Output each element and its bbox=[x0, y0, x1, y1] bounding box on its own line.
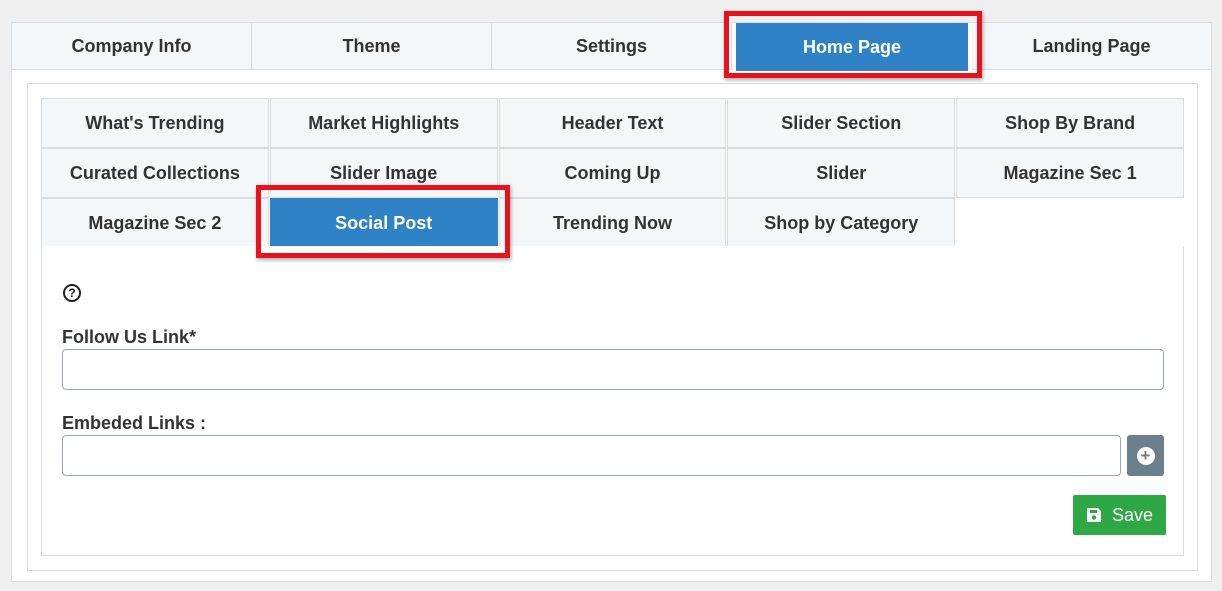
subtab-curated-collections[interactable]: Curated Collections bbox=[41, 148, 269, 198]
subtab-shop-by-category[interactable]: Shop by Category bbox=[727, 198, 956, 248]
subtab-social-post[interactable]: Social Post bbox=[269, 198, 498, 248]
follow-us-link-label: Follow Us Link* bbox=[62, 327, 197, 347]
subtab-trending-now[interactable]: Trending Now bbox=[498, 198, 727, 248]
subtab-spacer bbox=[956, 198, 1184, 248]
subtab-coming-up[interactable]: Coming Up bbox=[498, 148, 727, 198]
tab-landing-page[interactable]: Landing Page bbox=[972, 23, 1211, 70]
subtab-whats-trending[interactable]: What's Trending bbox=[41, 98, 269, 148]
save-label: Save bbox=[1111, 504, 1154, 525]
tab-settings[interactable]: Settings bbox=[492, 23, 732, 70]
subtab-magazine-sec-2[interactable]: Magazine Sec 2 bbox=[41, 198, 269, 248]
question-circle-icon[interactable]: ? bbox=[63, 284, 81, 302]
social-post-form: ? Follow Us Link* Embeded Links : + Save bbox=[41, 246, 1184, 556]
top-tab-bar: Company Info Theme Settings Home Page La… bbox=[12, 23, 1211, 71]
embeded-links-label: Embeded Links : bbox=[62, 413, 207, 433]
embeded-links-input[interactable] bbox=[62, 435, 1121, 476]
plus-circle-icon: + bbox=[1136, 446, 1155, 465]
subtab-slider-section[interactable]: Slider Section bbox=[727, 98, 956, 148]
subtab-shop-by-brand[interactable]: Shop By Brand bbox=[956, 98, 1184, 148]
subtab-magazine-sec-1[interactable]: Magazine Sec 1 bbox=[956, 148, 1184, 198]
subtab-header-text[interactable]: Header Text bbox=[498, 98, 727, 148]
save-button[interactable]: Save bbox=[1073, 495, 1166, 535]
add-link-button[interactable]: + bbox=[1127, 435, 1164, 476]
settings-container: Company Info Theme Settings Home Page La… bbox=[11, 22, 1212, 582]
floppy-disk-icon bbox=[1086, 508, 1101, 522]
sub-tab-grid: What's Trending Market Highlights Header… bbox=[41, 98, 1184, 248]
tab-home-page[interactable]: Home Page bbox=[736, 23, 968, 71]
tab-theme[interactable]: Theme bbox=[252, 23, 492, 70]
subtab-slider-image[interactable]: Slider Image bbox=[269, 148, 498, 198]
tab-company-info[interactable]: Company Info bbox=[12, 23, 252, 70]
subtab-slider[interactable]: Slider bbox=[727, 148, 956, 198]
follow-us-link-input[interactable] bbox=[62, 349, 1164, 390]
subtab-market-highlights[interactable]: Market Highlights bbox=[269, 98, 498, 148]
home-page-panel: What's Trending Market Highlights Header… bbox=[27, 83, 1198, 571]
